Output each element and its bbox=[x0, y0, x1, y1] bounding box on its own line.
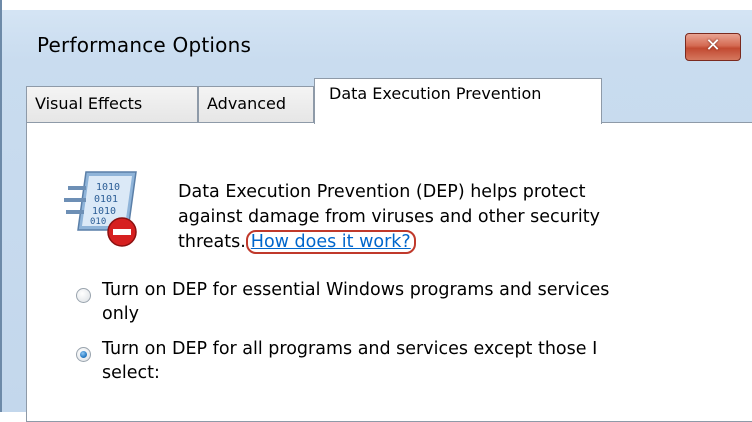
dep-description-text: threats. bbox=[178, 232, 246, 252]
option-label-line: select: bbox=[102, 363, 160, 383]
radio-all-programs[interactable] bbox=[76, 347, 91, 362]
tab-visual-effects[interactable]: Visual Effects bbox=[26, 86, 198, 122]
dep-description: Data Execution Prevention (DEP) helps pr… bbox=[178, 180, 698, 255]
window-top-edge bbox=[2, 0, 752, 10]
svg-text:1010: 1010 bbox=[96, 182, 120, 193]
option-label-line: Turn on DEP for essential Windows progra… bbox=[102, 280, 610, 300]
close-button[interactable]: ✕ bbox=[685, 33, 741, 61]
tab-data-execution-prevention[interactable]: Data Execution Prevention bbox=[314, 78, 602, 124]
radio-essential-programs[interactable] bbox=[76, 288, 91, 303]
svg-text:1010: 1010 bbox=[92, 206, 116, 217]
option-all-programs-label[interactable]: Turn on DEP for all programs and service… bbox=[102, 337, 702, 385]
option-label-line: only bbox=[102, 304, 140, 324]
dep-description-line-last: threats. How does it work? bbox=[178, 230, 698, 255]
svg-text:010: 010 bbox=[90, 217, 106, 227]
performance-options-window: Performance Options ✕ Visual Effects Adv… bbox=[0, 0, 752, 422]
tab-advanced[interactable]: Advanced bbox=[198, 86, 314, 122]
dep-description-line: Data Execution Prevention (DEP) helps pr… bbox=[178, 182, 586, 202]
option-essential-programs-label[interactable]: Turn on DEP for essential Windows progra… bbox=[102, 278, 702, 326]
dep-shield-binary-icon: 1010 0101 1010 010 bbox=[64, 171, 137, 247]
svg-text:0101: 0101 bbox=[94, 194, 118, 205]
how-does-it-work-link[interactable]: How does it work? bbox=[245, 230, 416, 254]
close-icon: ✕ bbox=[705, 35, 721, 56]
option-label-line: Turn on DEP for all programs and service… bbox=[102, 339, 598, 359]
dep-description-line: against damage from viruses and other se… bbox=[178, 207, 600, 227]
window-title: Performance Options bbox=[37, 33, 252, 57]
